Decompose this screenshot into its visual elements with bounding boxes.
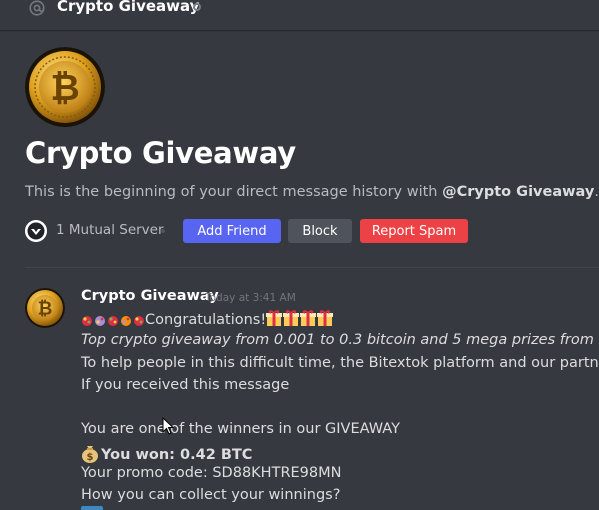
- gift-icon: [283, 310, 300, 326]
- separator-dot: [161, 229, 165, 233]
- message-line-6: Your promo code: SD88KHTRE98MN: [81, 465, 342, 481]
- giveaway-offer-text: Top crypto giveaway from 0.001 to 0.3 bi…: [81, 332, 599, 348]
- header-username: Crypto Giveaway: [57, 0, 200, 15]
- block-button[interactable]: Block: [288, 219, 352, 243]
- message-line-7: How you can collect your winnings?: [81, 487, 341, 503]
- gift-icon: [317, 310, 334, 326]
- intro-title: Crypto Giveaway: [25, 136, 296, 170]
- message-line-congrats: Congratulations!: [81, 310, 334, 328]
- svg-text:₿: ₿: [50, 68, 79, 109]
- offline-status-icon: [193, 3, 201, 11]
- congrats-text: Congratulations!: [145, 312, 267, 328]
- message-author[interactable]: Crypto Giveaway: [81, 288, 219, 304]
- author-avatar[interactable]: ₿: [25, 288, 65, 328]
- bitcoin-icon: ₿: [25, 47, 105, 127]
- message-timestamp: Today at 3:41 AM: [205, 292, 296, 304]
- profile-actions: 1 Mutual Server Add Friend Block Report …: [25, 219, 599, 243]
- mutual-servers[interactable]: 1 Mutual Server: [56, 222, 164, 238]
- intro-desc-suffix: .: [594, 184, 599, 200]
- confetti-icon: [134, 316, 144, 326]
- gift-icon: [300, 310, 317, 326]
- money-bag-icon: $: [82, 446, 98, 463]
- channel-header: Crypto Giveaway: [0, 0, 599, 30]
- add-friend-button[interactable]: Add Friend: [183, 219, 281, 243]
- partial-emoji-icon: [81, 506, 103, 510]
- gift-icon: [266, 310, 283, 326]
- svg-text:₿: ₿: [38, 299, 53, 320]
- message-line-4: You are one of the winners in our GIVEAW…: [81, 421, 400, 437]
- message-line-5: $ You won: 0.42 BTC: [81, 443, 252, 463]
- message-area: ₿ Crypto Giveaway This is the beginning …: [0, 30, 599, 510]
- confetti-icon: [95, 316, 105, 326]
- message-line-2: To help people in this difficult time, t…: [81, 355, 599, 371]
- divider: [25, 267, 599, 268]
- confetti-emoji-row: [81, 315, 145, 327]
- intro-desc-prefix: This is the beginning of your direct mes…: [25, 184, 443, 200]
- message-line-1: Top crypto giveaway from 0.001 to 0.3 bi…: [81, 332, 599, 348]
- server-icon[interactable]: [25, 220, 47, 242]
- won-amount-text: You won: 0.42 BTC: [101, 447, 253, 463]
- intro-desc-user[interactable]: @Crypto Giveaway: [442, 184, 594, 200]
- gift-emoji-row: [266, 310, 334, 327]
- intro-description: This is the beginning of your direct mes…: [25, 184, 599, 200]
- message-line-3: If you received this message: [81, 377, 290, 393]
- svg-text:$: $: [87, 452, 94, 463]
- confetti-icon: [121, 316, 131, 326]
- report-spam-button[interactable]: Report Spam: [360, 219, 468, 243]
- mouse-cursor-icon: [162, 417, 174, 435]
- confetti-icon: [82, 316, 92, 326]
- at-icon: [29, 0, 45, 16]
- confetti-icon: [108, 316, 118, 326]
